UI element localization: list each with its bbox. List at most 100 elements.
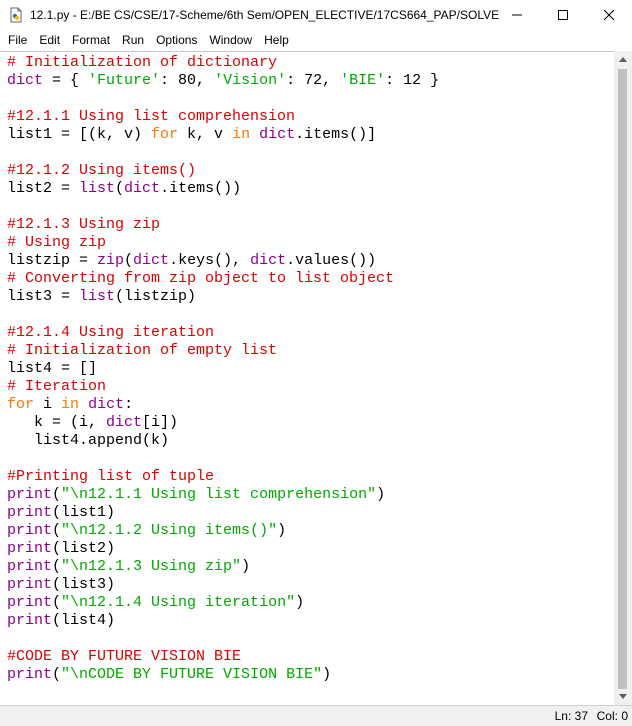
code-token: ) — [376, 486, 386, 503]
code-line: #12.1.3 Using zip — [7, 216, 614, 234]
code-line: ​ — [7, 450, 614, 468]
code-token: print — [7, 576, 53, 593]
code-token: print — [7, 612, 53, 629]
code-token: k = (i, — [7, 414, 107, 431]
code-token: (listzip) — [115, 288, 197, 305]
code-token: # Initialization of empty list — [7, 342, 278, 359]
code-token: 'Vision' — [214, 72, 287, 89]
code-token: print — [7, 558, 53, 575]
code-token: #12.1.4 Using iteration — [7, 324, 215, 341]
code-token: ( — [52, 594, 62, 611]
code-line: print(list4) — [7, 612, 614, 630]
code-token: : 72, — [286, 72, 341, 89]
code-token: dict — [88, 396, 125, 413]
code-token: dict — [106, 414, 143, 431]
minimize-icon — [512, 14, 522, 16]
code-line: #12.1.2 Using items() — [7, 162, 614, 180]
code-token: .items()) — [160, 180, 242, 197]
menu-options[interactable]: Options — [150, 30, 203, 51]
menu-run[interactable]: Run — [116, 30, 150, 51]
menu-edit[interactable]: Edit — [33, 30, 66, 51]
scroll-up-button[interactable] — [614, 51, 632, 68]
code-token: i — [34, 396, 62, 413]
title-bar: 12.1.py - E:/BE CS/CSE/17-Scheme/6th Sem… — [0, 0, 632, 30]
code-line: list2 = list(dict.items()) — [7, 180, 614, 198]
close-button[interactable] — [586, 0, 632, 30]
code-token: k, v — [178, 126, 233, 143]
code-token: ( — [115, 180, 125, 197]
code-token: .values()) — [286, 252, 377, 269]
code-line: ​ — [7, 144, 614, 162]
window-controls — [494, 0, 632, 30]
menu-file[interactable]: File — [0, 30, 33, 51]
scrollbar-thumb[interactable] — [618, 69, 627, 689]
code-token: list4 = [] — [7, 360, 98, 377]
code-token: "\n12.1.3 Using zip" — [61, 558, 242, 575]
code-token: print — [7, 504, 53, 521]
chevron-down-icon — [619, 694, 627, 699]
code-line: print(list2) — [7, 540, 614, 558]
code-token: #Printing list of tuple — [7, 468, 215, 485]
code-line: list4 = [] — [7, 360, 614, 378]
code-line: #Printing list of tuple — [7, 468, 614, 486]
code-token: (list1) — [52, 504, 116, 521]
scroll-down-button[interactable] — [614, 688, 632, 705]
menu-bar: File Edit Format Run Options Window Help — [0, 30, 632, 51]
maximize-button[interactable] — [540, 0, 586, 30]
chevron-up-icon — [619, 57, 627, 62]
code-token: "\nCODE BY FUTURE VISION BIE" — [61, 666, 323, 683]
code-token: for — [151, 126, 179, 143]
status-line: Ln: 37 — [554, 709, 588, 723]
code-line: ​ — [7, 90, 614, 108]
code-token: listzip = — [7, 252, 98, 269]
menu-help[interactable]: Help — [258, 30, 295, 51]
code-token: in — [61, 396, 80, 413]
code-token: 'Future' — [88, 72, 161, 89]
code-line: #12.1.1 Using list comprehension — [7, 108, 614, 126]
close-icon — [604, 10, 614, 20]
code-line: listzip = zip(dict.keys(), dict.values()… — [7, 252, 614, 270]
code-line: print("\n12.1.2 Using items()") — [7, 522, 614, 540]
code-line: print("\n12.1.1 Using list comprehension… — [7, 486, 614, 504]
code-line: #12.1.4 Using iteration — [7, 324, 614, 342]
code-text[interactable]: # Initialization of dictionary dict = { '… — [0, 52, 614, 684]
code-token: list4.append(k) — [7, 432, 170, 449]
code-line: # Converting from zip object to list obj… — [7, 270, 614, 288]
code-token: .keys(), — [169, 252, 251, 269]
code-line: ​ — [7, 198, 614, 216]
code-token: ( — [52, 522, 62, 539]
code-token: "\n12.1.4 Using iteration" — [61, 594, 296, 611]
code-token: #CODE BY FUTURE VISION BIE — [7, 648, 242, 665]
code-token: print — [7, 522, 53, 539]
code-line: # Initialization of empty list — [7, 342, 614, 360]
code-editor[interactable]: # Initialization of dictionary dict = { '… — [0, 51, 614, 706]
code-line: print("\nCODE BY FUTURE VISION BIE") — [7, 666, 614, 684]
code-token: list — [79, 180, 116, 197]
menu-format[interactable]: Format — [66, 30, 116, 51]
code-token: dict — [133, 252, 170, 269]
code-token: # Converting from zip object to list obj… — [7, 270, 395, 287]
code-line: list1 = [(k, v) for k, v in dict.items()… — [7, 126, 614, 144]
code-token: ) — [241, 558, 251, 575]
code-token: .items()] — [295, 126, 377, 143]
code-line: print("\n12.1.3 Using zip") — [7, 558, 614, 576]
code-token: dict — [124, 180, 161, 197]
code-token: ( — [52, 558, 62, 575]
code-line: k = (i, dict[i]) — [7, 414, 614, 432]
code-token: list — [79, 288, 116, 305]
code-token: (list3) — [52, 576, 116, 593]
vertical-scrollbar[interactable] — [614, 51, 632, 705]
code-token: #12.1.3 Using zip — [7, 216, 161, 233]
minimize-button[interactable] — [494, 0, 540, 30]
menu-window[interactable]: Window — [203, 30, 258, 51]
status-column: Col: 0 — [596, 709, 628, 723]
code-line: print("\n12.1.4 Using iteration") — [7, 594, 614, 612]
code-token: ( — [52, 486, 62, 503]
code-line: list4.append(k) — [7, 432, 614, 450]
maximize-icon — [558, 10, 568, 20]
code-line: print(list3) — [7, 576, 614, 594]
code-token: [i]) — [142, 414, 179, 431]
window-title: 12.1.py - E:/BE CS/CSE/17-Scheme/6th Sem… — [30, 8, 500, 22]
